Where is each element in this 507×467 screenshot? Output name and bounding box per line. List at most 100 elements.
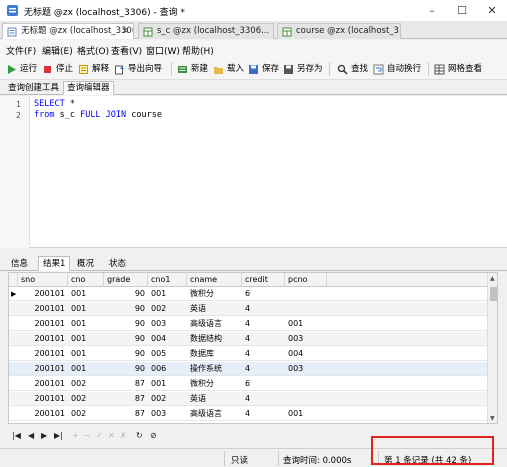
scroll-thumb[interactable] <box>490 287 497 301</box>
cell-sno[interactable]: 200101 <box>18 407 68 421</box>
table-row[interactable]: 200101 001 90 003 高级语言 4 001 <box>9 317 487 331</box>
table-row[interactable]: 200101 002 87 003 高级语言 4 001 <box>9 407 487 421</box>
scroll-up-icon[interactable]: ▲ <box>490 275 495 282</box>
cell-sno[interactable]: 200101 <box>18 392 68 406</box>
discard-icon[interactable]: ✗ <box>120 431 127 440</box>
cell-grade[interactable]: 87 <box>104 392 148 406</box>
table-row[interactable]: 200101 001 90 005 数据库 4 004 <box>9 347 487 361</box>
cell-credit[interactable]: 6 <box>242 287 285 301</box>
column-header-grade[interactable]: grade <box>104 273 148 287</box>
cell-cname[interactable]: 微积分 <box>187 377 242 391</box>
cell-credit[interactable]: 4 <box>242 332 285 346</box>
cell-cname[interactable]: 高级语言 <box>187 317 242 331</box>
save-button[interactable]: 保存 <box>248 61 279 77</box>
cell-cno1[interactable]: 004 <box>148 332 187 346</box>
cell-grade[interactable]: 90 <box>104 287 148 301</box>
doc-tab-query[interactable]: 无标题 @zx (localhost_3306)... × <box>2 23 134 39</box>
apply-changes-icon[interactable]: ✓ <box>96 431 103 440</box>
column-header-credit[interactable]: credit <box>242 273 285 287</box>
cell-sno[interactable]: 200101 <box>18 362 68 376</box>
cell-pcno[interactable]: 003 <box>285 362 327 376</box>
cell-cname[interactable]: 操作系统 <box>187 362 242 376</box>
cell-cno[interactable]: 001 <box>68 362 104 376</box>
new-button[interactable]: 新建 <box>177 61 208 77</box>
word-wrap-button[interactable]: 自动换行 <box>373 61 421 77</box>
cell-pcno[interactable]: 004 <box>285 347 327 361</box>
export-wizard-button[interactable]: 导出向导 <box>114 61 162 77</box>
run-button[interactable]: 运行 <box>6 61 37 77</box>
save-as-button[interactable]: 另存为 <box>283 61 323 77</box>
cell-pcno[interactable] <box>285 377 327 391</box>
cell-pcno[interactable]: 003 <box>285 332 327 346</box>
last-record-icon[interactable]: ▶| <box>54 431 63 440</box>
cell-cno1[interactable]: 001 <box>148 287 187 301</box>
cell-grade[interactable]: 87 <box>104 377 148 391</box>
cell-cno1[interactable]: 002 <box>148 392 187 406</box>
column-header-cno1[interactable]: cno1 <box>148 273 187 287</box>
cell-cno[interactable]: 002 <box>68 407 104 421</box>
explain-button[interactable]: 解释 <box>78 61 109 77</box>
tab-info[interactable]: 信息 <box>6 256 33 271</box>
cell-sno[interactable]: 200101 <box>18 302 68 316</box>
column-header-pcno[interactable]: pcno <box>285 273 327 287</box>
cell-cname[interactable]: 微积分 <box>187 287 242 301</box>
cell-grade[interactable]: 90 <box>104 347 148 361</box>
column-header-sno[interactable]: sno <box>18 273 68 287</box>
cell-credit[interactable]: 4 <box>242 407 285 421</box>
vertical-scrollbar[interactable]: ▲ ▼ <box>487 273 497 423</box>
cell-cno[interactable]: 002 <box>68 392 104 406</box>
cell-pcno[interactable]: 001 <box>285 317 327 331</box>
sql-editor[interactable]: 1 2 SELECT * from s_c FULL JOIN course <box>0 96 507 248</box>
cell-sno[interactable]: 200101 <box>18 377 68 391</box>
tab-query-editor[interactable]: 查询编辑器 <box>63 81 114 95</box>
cell-cno[interactable]: 002 <box>68 377 104 391</box>
menu-help[interactable]: 帮助(H) <box>182 44 214 57</box>
tab-result1[interactable]: 结果1 <box>38 256 71 271</box>
cell-pcno[interactable]: 001 <box>285 407 327 421</box>
cell-cno[interactable]: 001 <box>68 332 104 346</box>
cell-credit[interactable]: 4 <box>242 347 285 361</box>
doc-tab-s_c[interactable]: s_c @zx (localhost_3306... <box>138 23 274 39</box>
cell-cname[interactable]: 数据结构 <box>187 332 242 346</box>
scroll-down-icon[interactable]: ▼ <box>490 415 495 422</box>
cell-cname[interactable]: 高级语言 <box>187 407 242 421</box>
cell-grade[interactable]: 90 <box>104 362 148 376</box>
menu-view[interactable]: 查看(V) <box>111 44 142 57</box>
cell-grade[interactable]: 87 <box>104 407 148 421</box>
cell-cno1[interactable]: 002 <box>148 302 187 316</box>
table-row[interactable]: 200101 001 90 006 操作系统 4 003 <box>9 362 487 376</box>
cell-credit[interactable]: 4 <box>242 362 285 376</box>
result-grid[interactable]: sno cno grade cno1 cname credit pcno ▶ 20… <box>8 272 498 424</box>
cell-cno[interactable]: 001 <box>68 302 104 316</box>
stop-loading-icon[interactable]: ⊘ <box>150 431 157 440</box>
refresh-icon[interactable]: ↻ <box>136 431 143 440</box>
cell-credit[interactable]: 4 <box>242 392 285 406</box>
cell-cname[interactable]: 英语 <box>187 302 242 316</box>
cell-cno1[interactable]: 001 <box>148 377 187 391</box>
cancel-changes-icon[interactable]: ✕ <box>108 431 115 440</box>
load-button[interactable]: 载入 <box>213 61 244 77</box>
cell-sno[interactable]: 200101 <box>18 347 68 361</box>
first-record-icon[interactable]: |◀ <box>12 431 21 440</box>
grid-view-button[interactable]: 网格查看 <box>434 61 482 77</box>
table-row[interactable]: ▶ 200101 001 90 001 微积分 6 <box>9 287 487 301</box>
column-header-cno[interactable]: cno <box>68 273 104 287</box>
maximize-button[interactable]: ☐ <box>447 0 477 22</box>
table-row[interactable]: 200101 001 90 004 数据结构 4 003 <box>9 332 487 346</box>
minimize-button[interactable]: – <box>417 0 447 22</box>
add-record-icon[interactable]: + <box>72 431 79 440</box>
stop-button[interactable]: 停止 <box>42 61 73 77</box>
cell-credit[interactable]: 6 <box>242 377 285 391</box>
cell-cno1[interactable]: 003 <box>148 407 187 421</box>
table-row[interactable]: 200101 002 87 002 英语 4 <box>9 392 487 406</box>
cell-grade[interactable]: 90 <box>104 317 148 331</box>
tab-status[interactable]: 状态 <box>104 256 131 271</box>
cell-pcno[interactable] <box>285 392 327 406</box>
cell-pcno[interactable] <box>285 287 327 301</box>
tab-profile[interactable]: 概况 <box>72 256 99 271</box>
cell-cno1[interactable]: 005 <box>148 347 187 361</box>
cell-sno[interactable]: 200101 <box>18 287 68 301</box>
menu-file[interactable]: 文件(F) <box>6 44 36 57</box>
cell-cno[interactable]: 001 <box>68 347 104 361</box>
next-record-icon[interactable]: ▶ <box>41 431 47 440</box>
